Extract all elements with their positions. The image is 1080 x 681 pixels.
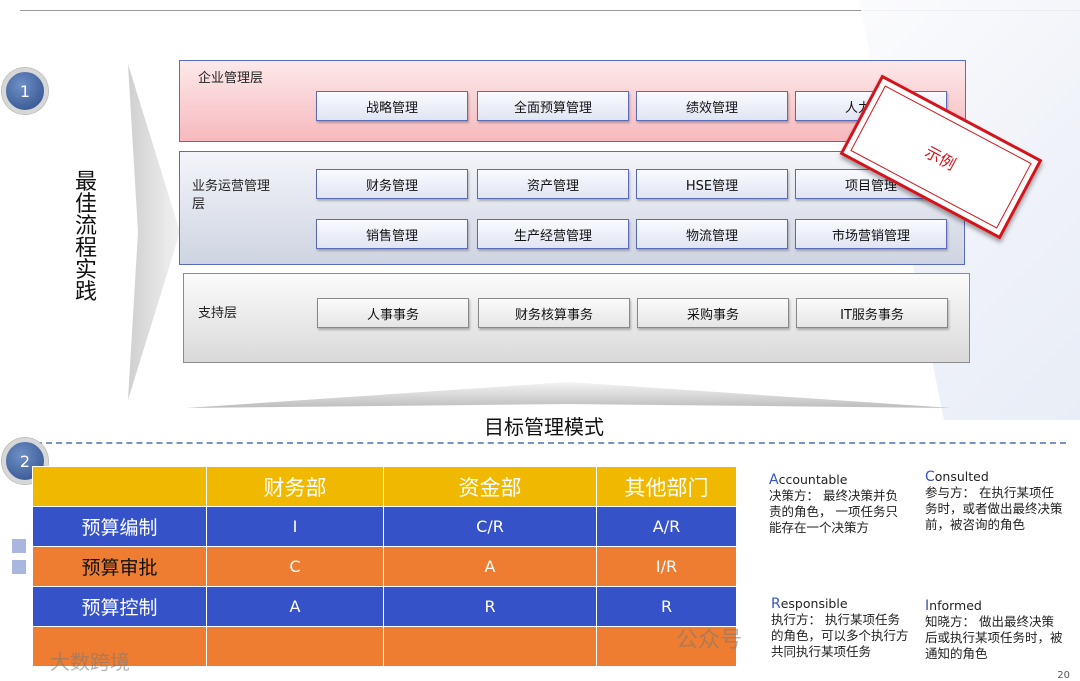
table-header-cell: 其他部门 bbox=[596, 466, 737, 507]
table-row: 预算控制 A R R bbox=[32, 586, 737, 627]
legend-consulted: Consulted 参与方： 在执行某项任务时，或者做出最终决策前，被咨询的角色 bbox=[925, 469, 1063, 532]
table-cell: R bbox=[596, 586, 737, 627]
mode-title: 目标管理模式 bbox=[484, 415, 604, 439]
support-layer-label: 支持层 bbox=[198, 306, 238, 321]
table-row-head: 预算审批 bbox=[32, 546, 207, 587]
table-cell: A bbox=[206, 586, 384, 627]
table-cell: I/R bbox=[596, 546, 737, 587]
module-sales[interactable]: 销售管理 bbox=[316, 219, 468, 249]
table-row: 预算编制 I C/R A/R bbox=[32, 506, 737, 547]
table-cell: C/R bbox=[383, 506, 597, 547]
legend-accountable: Accountable 决策方： 最终决策并负责的角色， 一项任务只能存在一个决… bbox=[769, 472, 898, 535]
module-budget[interactable]: 全面预算管理 bbox=[477, 91, 629, 121]
module-hse[interactable]: HSE管理 bbox=[636, 169, 788, 199]
table-header-cell bbox=[32, 466, 207, 507]
process-arrow-icon bbox=[128, 64, 180, 400]
module-performance[interactable]: 绩效管理 bbox=[636, 91, 788, 121]
watermark-center: 公众号 bbox=[676, 628, 743, 653]
flat-arrow-icon bbox=[186, 382, 952, 408]
table-row-head: 预算编制 bbox=[32, 506, 207, 547]
table-cell: A/R bbox=[596, 506, 737, 547]
table-cell bbox=[383, 626, 597, 667]
module-logistics[interactable]: 物流管理 bbox=[636, 219, 788, 249]
module-production[interactable]: 生产经营管理 bbox=[477, 219, 629, 249]
table-row-head: 预算控制 bbox=[32, 586, 207, 627]
legend-informed: Informed 知晓方： 做出最终决策后或执行某项任务时，被通知的角色 bbox=[925, 598, 1063, 661]
section-marker-1: 1 bbox=[2, 68, 48, 114]
bullet-square bbox=[12, 539, 26, 553]
module-strategy[interactable]: 战略管理 bbox=[316, 91, 468, 121]
table-cell: C bbox=[206, 546, 384, 587]
module-procurement[interactable]: 采购事务 bbox=[637, 298, 789, 328]
table-cell: R bbox=[383, 586, 597, 627]
bullet-square bbox=[12, 560, 26, 574]
module-accounting[interactable]: 财务核算事务 bbox=[478, 298, 630, 328]
watermark-left: 大数跨境 bbox=[50, 650, 130, 674]
side-title: 最佳流程实践 bbox=[74, 170, 97, 305]
raci-table: 财务部 资金部 其他部门 预算编制 I C/R A/R 预算审批 C A I/R… bbox=[32, 466, 737, 667]
table-header-cell: 财务部 bbox=[206, 466, 384, 507]
table-row: 预算审批 C A I/R bbox=[32, 546, 737, 587]
module-marketing[interactable]: 市场营销管理 bbox=[795, 219, 947, 249]
enterprise-layer-label: 企业管理层 bbox=[198, 71, 264, 86]
module-it-service[interactable]: IT服务事务 bbox=[796, 298, 948, 328]
module-finance[interactable]: 财务管理 bbox=[316, 169, 468, 199]
table-row bbox=[32, 626, 737, 667]
table-cell: I bbox=[206, 506, 384, 547]
module-assets[interactable]: 资产管理 bbox=[477, 169, 629, 199]
table-cell: A bbox=[383, 546, 597, 587]
table-header-cell: 资金部 bbox=[383, 466, 597, 507]
table-header-row: 财务部 资金部 其他部门 bbox=[32, 466, 737, 507]
page-number: 20 bbox=[1057, 670, 1070, 681]
section-divider bbox=[36, 442, 1066, 444]
table-cell bbox=[206, 626, 384, 667]
business-layer-label: 业务运营管理层 bbox=[192, 179, 271, 212]
legend-responsible: Responsible 执行方： 执行某项任务的角色，可以多个执行方共同执行某项… bbox=[771, 596, 909, 659]
module-personnel[interactable]: 人事事务 bbox=[317, 298, 469, 328]
